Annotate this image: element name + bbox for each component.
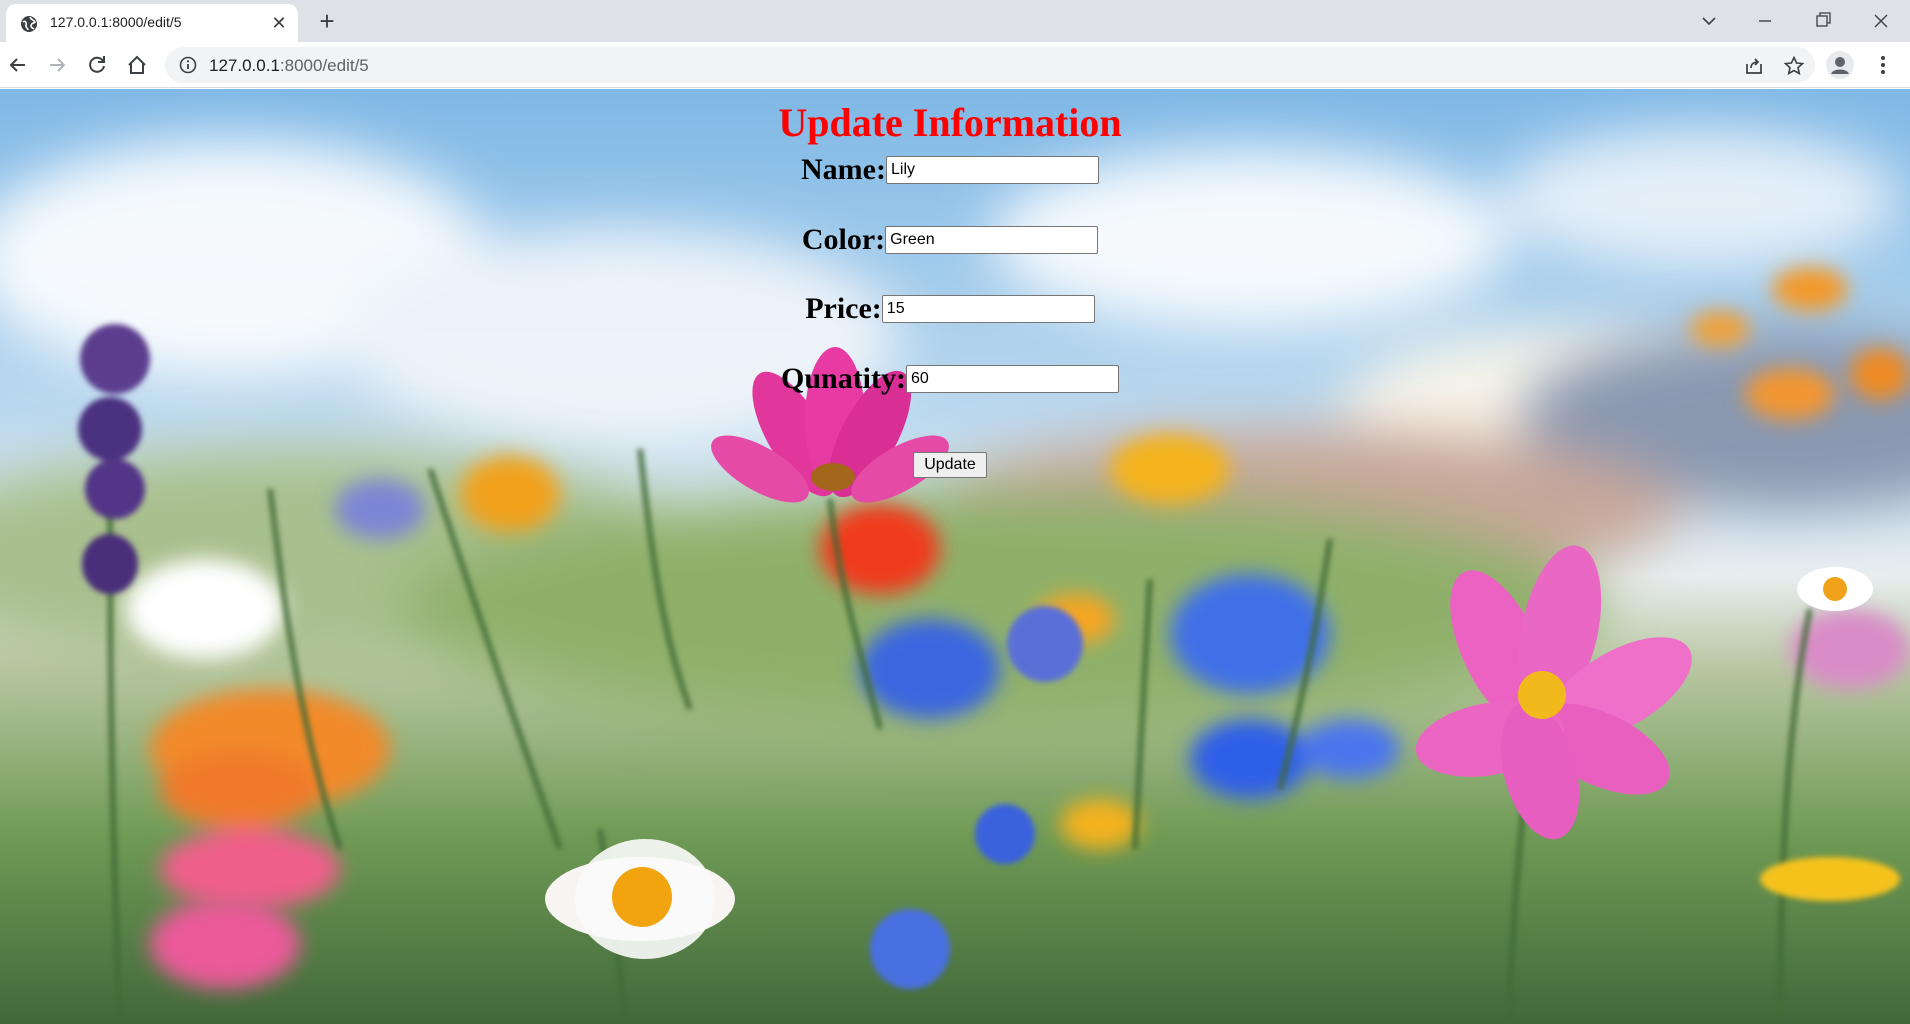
page-viewport: Update Information Name: Color: Price: Q… xyxy=(0,89,1910,1024)
color-row: Color: xyxy=(0,223,1900,257)
share-icon[interactable] xyxy=(1743,55,1765,77)
site-info-icon[interactable] xyxy=(179,56,197,74)
price-input[interactable] xyxy=(881,295,1095,323)
page-title: Update Information xyxy=(778,100,1122,145)
close-tab-icon[interactable]: ✕ xyxy=(270,14,288,32)
url-host: 127.0.0.1 xyxy=(209,56,280,75)
update-button[interactable]: Update xyxy=(913,452,987,478)
color-label: Color: xyxy=(801,223,886,256)
more-menu-icon[interactable] xyxy=(1872,54,1894,76)
bookmark-star-icon[interactable] xyxy=(1783,55,1805,77)
name-label: Name: xyxy=(801,153,886,186)
back-arrow-icon[interactable] xyxy=(5,52,31,78)
color-input[interactable] xyxy=(885,226,1099,254)
new-tab-icon[interactable]: + xyxy=(314,8,340,35)
home-icon[interactable] xyxy=(124,52,150,78)
quantity-row: Qunatity: xyxy=(0,362,1900,396)
tab-strip: 127.0.0.1:8000/edit/5 ✕ + xyxy=(0,0,1910,42)
restore-icon[interactable] xyxy=(1808,8,1838,34)
reload-icon[interactable] xyxy=(84,52,110,78)
url-text[interactable]: 127.0.0.1:8000/edit/5 xyxy=(209,56,369,76)
name-row: Name: xyxy=(0,153,1900,187)
forward-arrow-icon[interactable] xyxy=(44,52,70,78)
update-form-page: Update Information Name: Color: Price: Q… xyxy=(0,89,1910,1024)
profile-avatar[interactable] xyxy=(1826,51,1854,79)
url-path: :8000/edit/5 xyxy=(279,56,369,75)
close-window-icon[interactable] xyxy=(1866,8,1896,34)
person-icon xyxy=(1831,57,1849,74)
minimize-icon[interactable] xyxy=(1750,8,1780,34)
price-label: Price: xyxy=(805,292,882,325)
name-input[interactable] xyxy=(885,156,1099,184)
address-bar[interactable]: 127.0.0.1:8000/edit/5 xyxy=(165,47,1815,83)
price-row: Price: xyxy=(0,292,1900,326)
tab-title: 127.0.0.1:8000/edit/5 xyxy=(50,14,182,30)
browser-tab[interactable]: 127.0.0.1:8000/edit/5 ✕ xyxy=(6,4,298,42)
quantity-input[interactable] xyxy=(906,365,1119,393)
quantity-label: Qunatity: xyxy=(780,362,906,395)
tab-search-icon[interactable] xyxy=(1694,8,1724,34)
globe-icon xyxy=(21,16,37,32)
browser-toolbar: 127.0.0.1:8000/edit/5 xyxy=(0,42,1910,88)
